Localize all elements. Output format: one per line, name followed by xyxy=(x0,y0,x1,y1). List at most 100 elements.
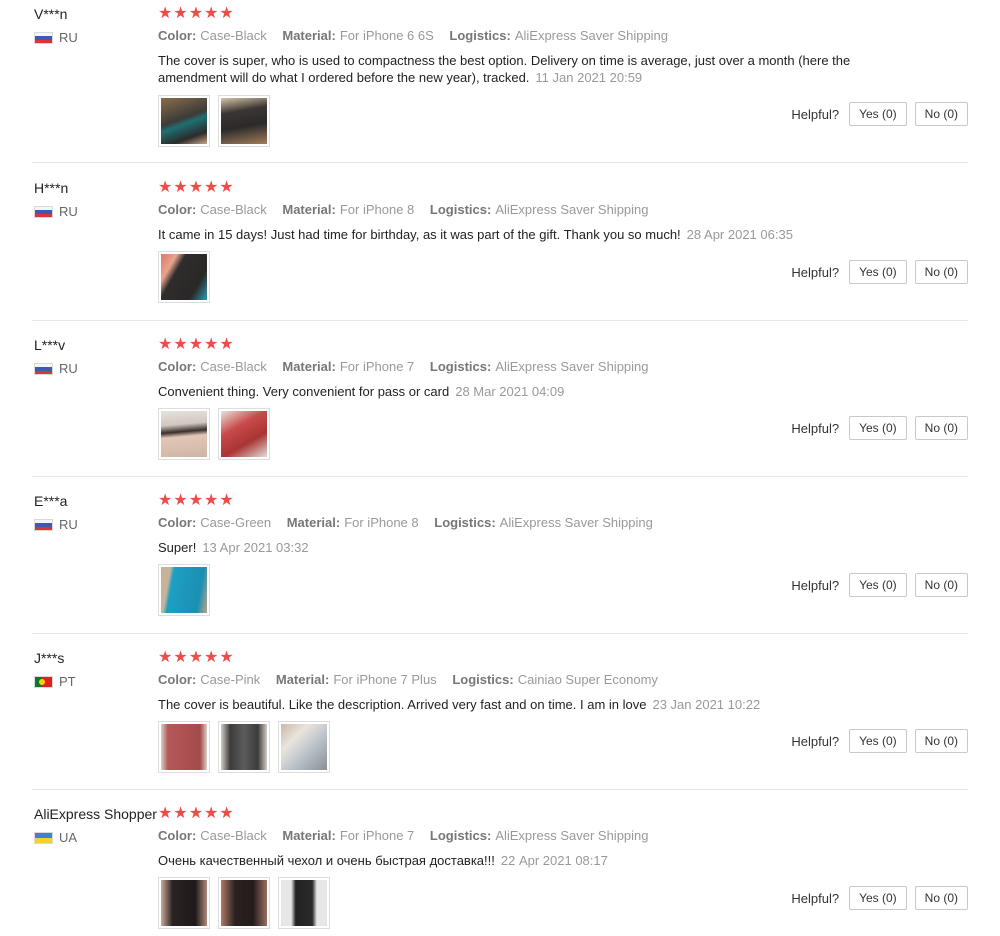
material-value: For iPhone 8 xyxy=(344,515,419,530)
material-label: Material: xyxy=(282,828,336,843)
photo-image xyxy=(221,98,267,144)
color-label: Color: xyxy=(158,515,197,530)
reviewer-name: AliExpress Shopper xyxy=(34,806,157,822)
review-attributes: Color: Case-Pink Material: For iPhone 7 Pl… xyxy=(158,672,670,687)
helpful-no-button[interactable]: No (0) xyxy=(914,416,968,440)
rating-stars: ★★★★★ xyxy=(158,492,235,509)
helpful-no-button[interactable]: No (0) xyxy=(914,102,968,126)
photo-image xyxy=(161,254,207,300)
color-value: Case-Black xyxy=(200,359,267,374)
review-item: H***n RU ★★★★★ Color: Case-Black Material… xyxy=(0,174,968,320)
country-code: RU xyxy=(59,517,78,532)
country-code: RU xyxy=(59,361,78,376)
review-photo-thumbnail[interactable] xyxy=(218,877,270,929)
helpful-yes-button[interactable]: Yes (0) xyxy=(849,886,907,910)
review-date: 11 Jan 2021 20:59 xyxy=(535,70,643,85)
logistics-label: Logistics: xyxy=(449,28,511,43)
material-label: Material: xyxy=(282,359,336,374)
color-value: Case-Pink xyxy=(200,672,261,687)
review-item: V***n RU ★★★★★ Color: Case-Black Material… xyxy=(0,0,968,162)
helpful-no-button[interactable]: No (0) xyxy=(914,260,968,284)
logistics-label: Logistics: xyxy=(434,515,496,530)
helpful-label: Helpful? xyxy=(791,264,840,280)
review-photos xyxy=(158,564,210,616)
helpful-no-button[interactable]: No (0) xyxy=(914,729,968,753)
country-code: UA xyxy=(59,830,78,845)
photo-image xyxy=(161,98,207,144)
helpful-no-button[interactable]: No (0) xyxy=(914,886,968,910)
review-text: The cover is beautiful. Like the descrip… xyxy=(158,697,647,712)
material-value: For iPhone 8 xyxy=(339,202,415,217)
helpful-controls: Helpful? Yes (0) No (0) xyxy=(791,102,968,126)
color-value: Case-Black xyxy=(200,202,267,217)
review-photos xyxy=(158,877,330,929)
review-text-block: The cover is super, who is used to compa… xyxy=(158,52,858,86)
review-photo-thumbnail[interactable] xyxy=(218,95,270,147)
rating-stars: ★★★★★ xyxy=(158,179,235,196)
helpful-no-button[interactable]: No (0) xyxy=(914,573,968,597)
review-divider xyxy=(32,320,968,321)
material-value: For iPhone 7 xyxy=(339,359,415,374)
ru-flag-icon xyxy=(34,362,53,375)
review-date: 28 Mar 2021 04:09 xyxy=(455,384,565,399)
review-text: Convenient thing. Very convenient for pa… xyxy=(158,384,450,399)
ru-flag-icon xyxy=(34,31,53,44)
reviewer-country: RU xyxy=(34,361,78,376)
rating-stars: ★★★★★ xyxy=(158,805,235,822)
helpful-yes-button[interactable]: Yes (0) xyxy=(849,260,907,284)
reviewer-name: V***n xyxy=(34,6,68,22)
helpful-controls: Helpful? Yes (0) No (0) xyxy=(791,729,968,753)
photo-image xyxy=(161,880,207,926)
ru-flag-icon xyxy=(34,205,53,218)
pt-flag-icon xyxy=(34,675,53,688)
review-divider xyxy=(32,633,968,634)
review-photo-thumbnail[interactable] xyxy=(158,95,210,147)
material-label: Material: xyxy=(286,515,341,530)
review-attributes: Color: Case-Black Material: For iPhone 6 6… xyxy=(158,28,680,43)
reviewer-name: J***s xyxy=(34,650,65,666)
review-photo-thumbnail[interactable] xyxy=(158,408,210,460)
helpful-yes-button[interactable]: Yes (0) xyxy=(849,102,907,126)
country-code: RU xyxy=(59,204,78,219)
country-code: PT xyxy=(59,674,76,689)
review-item: J***s PT ★★★★★ Color: Case-Pink Material:… xyxy=(0,644,968,790)
photo-image xyxy=(221,880,267,926)
helpful-yes-button[interactable]: Yes (0) xyxy=(849,573,907,597)
review-photo-thumbnail[interactable] xyxy=(218,721,270,773)
logistics-value: AliExpress Saver Shipping xyxy=(514,28,669,43)
helpful-yes-button[interactable]: Yes (0) xyxy=(849,729,907,753)
review-photo-thumbnail[interactable] xyxy=(278,877,330,929)
helpful-yes-button[interactable]: Yes (0) xyxy=(849,416,907,440)
photo-image xyxy=(161,724,207,770)
review-photo-thumbnail[interactable] xyxy=(158,564,210,616)
review-photo-thumbnail[interactable] xyxy=(278,721,330,773)
logistics-label: Logistics: xyxy=(429,359,492,374)
review-photos xyxy=(158,95,270,147)
color-label: Color: xyxy=(158,28,197,43)
reviewer-country: RU xyxy=(34,517,78,532)
review-text-block: Super! 13 Apr 2021 03:32 xyxy=(158,539,858,556)
review-date: 28 Apr 2021 06:35 xyxy=(686,227,793,242)
review-photo-thumbnail[interactable] xyxy=(218,408,270,460)
material-label: Material: xyxy=(282,202,336,217)
reviewer-country: UA xyxy=(34,830,77,845)
review-attributes: Color: Case-Black Material: For iPhone 7 L… xyxy=(158,359,661,374)
color-label: Color: xyxy=(158,828,197,843)
review-text-block: The cover is beautiful. Like the descrip… xyxy=(158,696,858,713)
review-divider xyxy=(32,789,968,790)
logistics-value: AliExpress Saver Shipping xyxy=(495,828,649,843)
review-photo-thumbnail[interactable] xyxy=(158,251,210,303)
logistics-label: Logistics: xyxy=(452,672,514,687)
ru-flag-icon xyxy=(34,518,53,531)
rating-stars: ★★★★★ xyxy=(158,649,235,666)
helpful-label: Helpful? xyxy=(791,106,840,122)
color-value: Case-Black xyxy=(200,828,267,843)
review-attributes: Color: Case-Black Material: For iPhone 8 L… xyxy=(158,202,661,217)
review-photo-thumbnail[interactable] xyxy=(158,877,210,929)
helpful-label: Helpful? xyxy=(791,577,840,593)
material-label: Material: xyxy=(282,28,336,43)
review-text-block: Convenient thing. Very convenient for pa… xyxy=(158,383,858,400)
helpful-controls: Helpful? Yes (0) No (0) xyxy=(791,260,968,284)
review-photo-thumbnail[interactable] xyxy=(158,721,210,773)
reviewer-country: RU xyxy=(34,30,78,45)
